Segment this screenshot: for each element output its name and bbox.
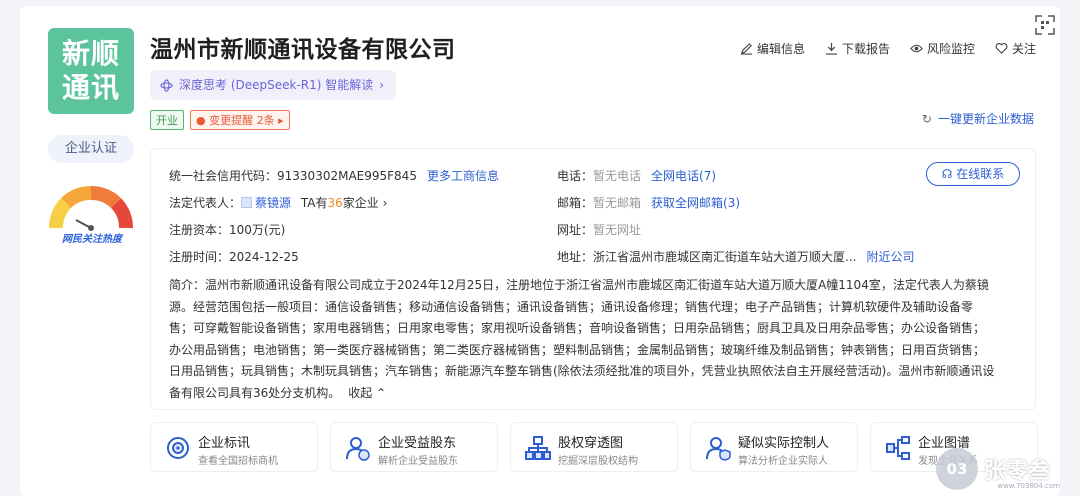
- company-intro: 简介：温州市新顺通讯设备有限公司成立于2024年12月25日，注册地位于浙江省温…: [169, 278, 995, 400]
- credit-code-row: 统一社会信用代码：91330302MAE995F845 更多工商信息: [169, 169, 499, 183]
- target-icon: [167, 437, 189, 459]
- chevron-right-icon: ›: [382, 196, 388, 210]
- refresh-icon: ↻: [921, 111, 932, 126]
- reg-date-row: 注册时间：2024-12-25: [169, 250, 299, 264]
- person-avatar-icon: [241, 197, 253, 208]
- watermark-name: 张零叁: [983, 459, 1050, 484]
- edit-icon: [740, 43, 753, 55]
- legal-rep-row: 法定代表人： 蔡镜源 TA有36家企业 ›: [169, 196, 388, 210]
- chevron-up-icon: ⌃: [376, 385, 387, 400]
- change-reminder-badge[interactable]: ● 变更提醒 2条 ▸: [190, 110, 290, 130]
- refresh-data-button[interactable]: ↻ 一键更新企业数据: [922, 110, 1034, 127]
- status-badge: 开业: [150, 110, 184, 130]
- feature-equity-chart[interactable]: 股权穿透图 挖掘深层股权结构: [510, 422, 678, 472]
- download-report-button[interactable]: 下载报告: [825, 40, 890, 57]
- watermark-badge: 03: [935, 448, 978, 490]
- controller-icon: [706, 437, 731, 461]
- qr-code-icon[interactable]: [1034, 14, 1056, 36]
- feature-actual-controller[interactable]: 疑似实际控制人 算法分析企业实际人: [690, 422, 858, 472]
- eye-icon: [910, 44, 923, 53]
- chevron-right-icon: ›: [379, 78, 385, 92]
- company-card: 新顺通讯 企业认证 网民关注热度 温州市新顺通讯设备有限公司 深度思考 (Dee…: [20, 6, 1060, 496]
- risk-monitor-button[interactable]: 风险监控: [910, 40, 975, 57]
- feature-bid-info[interactable]: 企业标讯 查看全国招标商机: [150, 422, 318, 472]
- equity-tree-icon: [525, 436, 551, 460]
- graph-icon: [886, 436, 910, 460]
- credit-code: 91330302MAE995F845: [277, 169, 417, 183]
- capital-row: 注册资本：100万(元): [169, 223, 286, 237]
- legal-rep-link[interactable]: 蔡镜源: [255, 196, 291, 210]
- headset-icon: ☊: [941, 167, 953, 181]
- logo-text: 新顺通讯: [61, 37, 120, 104]
- edit-info-button[interactable]: 编辑信息: [740, 40, 805, 57]
- feature-cards: 企业标讯 查看全国招标商机 企业受益股东 解析企业受益股东 股权穿透图 挖掘深层…: [150, 422, 1046, 472]
- email-row: 邮箱：暂无邮箱 获取全网邮箱(3): [557, 196, 741, 210]
- watermark-url: www.703804.com: [997, 482, 1060, 490]
- all-phones-link[interactable]: 全网电话(7): [651, 169, 716, 183]
- all-emails-link[interactable]: 获取全网邮箱(3): [651, 196, 740, 210]
- company-info-panel: 统一社会信用代码：91330302MAE995F845 更多工商信息 法定代表人：…: [150, 148, 1036, 410]
- deepseek-analysis-button[interactable]: 深度思考 (DeepSeek-R1) 智能解读 ›: [150, 70, 397, 100]
- collapse-intro-button[interactable]: 收起 ⌃: [348, 386, 386, 400]
- download-icon: [825, 42, 838, 55]
- heat-label: 网民关注热度: [62, 234, 122, 245]
- deepseek-icon: [160, 78, 173, 92]
- alert-icon: ●: [196, 114, 206, 127]
- enterprise-cert-button[interactable]: 企业认证: [48, 135, 134, 163]
- company-logo: 新顺通讯: [48, 28, 134, 114]
- ta-companies-link[interactable]: TA有36家企业 ›: [301, 196, 388, 210]
- shareholder-icon: [346, 437, 370, 461]
- address-row: 地址：浙江省温州市鹿城区南汇街道车站大道万顺大厦... 附近公司: [557, 250, 915, 264]
- more-biz-info-link[interactable]: 更多工商信息: [427, 169, 499, 183]
- online-contact-button[interactable]: ☊ 在线联系: [926, 162, 1020, 186]
- website-row: 网址：暂无网址: [557, 223, 642, 237]
- deepseek-label: 深度思考 (DeepSeek-R1) 智能解读: [179, 78, 374, 92]
- feature-beneficiary[interactable]: 企业受益股东 解析企业受益股东: [330, 422, 498, 472]
- company-name: 温州市新顺通讯设备有限公司: [150, 37, 456, 63]
- caret-right-icon: ▸: [278, 114, 284, 127]
- phone-row: 电话：暂无电话 全网电话(7): [557, 169, 717, 183]
- heart-icon: [995, 43, 1008, 54]
- follow-button[interactable]: 关注: [995, 40, 1036, 57]
- nearby-companies-link[interactable]: 附近公司: [866, 250, 914, 264]
